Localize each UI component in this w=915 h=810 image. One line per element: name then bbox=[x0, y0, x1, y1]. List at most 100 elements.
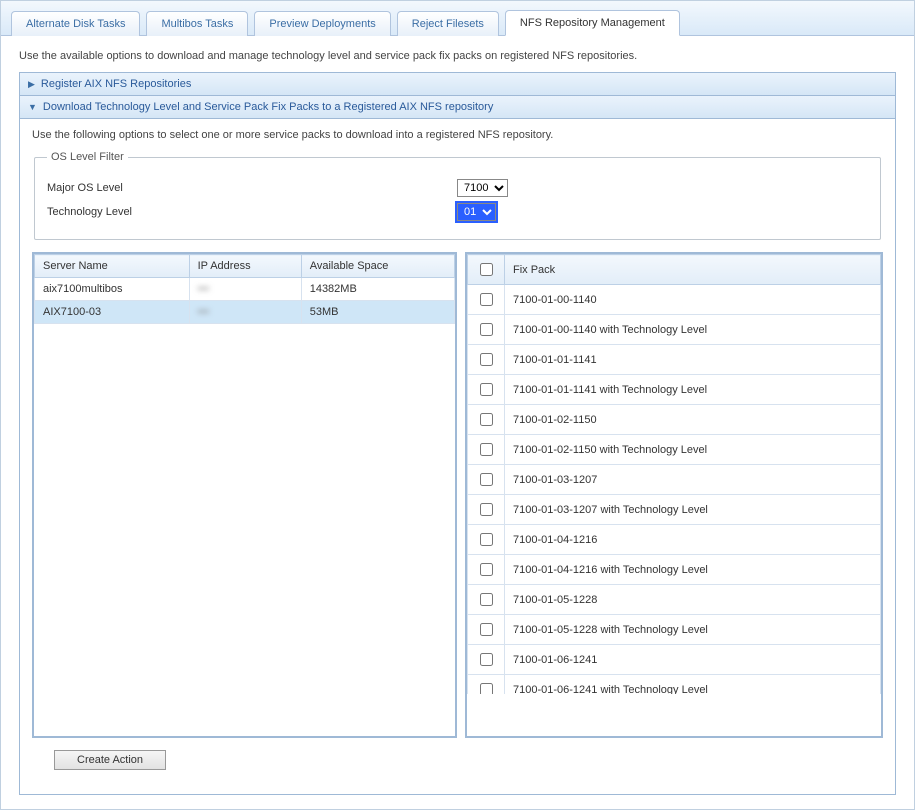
fixpack-checkbox-cell bbox=[468, 585, 505, 615]
fixpack-checkbox[interactable] bbox=[480, 323, 493, 336]
chevron-right-icon: ▶ bbox=[28, 79, 35, 90]
fixpack-checkbox[interactable] bbox=[480, 593, 493, 606]
table-row[interactable]: 7100-01-05-1228 bbox=[468, 585, 881, 615]
major-os-level-row: Major OS Level 7100 bbox=[47, 179, 868, 197]
fixpack-name-cell: 7100-01-05-1228 with Technology Level bbox=[505, 615, 881, 645]
fixpack-checkbox[interactable] bbox=[480, 353, 493, 366]
fixpack-name-cell: 7100-01-02-1150 bbox=[505, 405, 881, 435]
col-available-space[interactable]: Available Space bbox=[301, 255, 454, 278]
technology-level-select[interactable]: 01 bbox=[457, 203, 496, 221]
fixpack-table: Fix Pack 7100-01-00-11407100-01-00-1140 … bbox=[467, 254, 881, 694]
table-row[interactable]: 7100-01-04-1216 bbox=[468, 525, 881, 555]
server-ip-cell: ••• bbox=[189, 301, 301, 324]
tab-multibos-tasks[interactable]: Multibos Tasks bbox=[146, 11, 248, 36]
panel-download-header[interactable]: ▼ Download Technology Level and Service … bbox=[20, 96, 895, 119]
technology-level-label: Technology Level bbox=[47, 206, 457, 218]
fixpack-scroll[interactable]: Fix Pack 7100-01-00-11407100-01-00-1140 … bbox=[467, 254, 881, 694]
fixpack-name-cell: 7100-01-04-1216 with Technology Level bbox=[505, 555, 881, 585]
table-row[interactable]: 7100-01-06-1241 with Technology Level bbox=[468, 675, 881, 695]
fixpack-checkbox[interactable] bbox=[480, 293, 493, 306]
fixpack-checkbox[interactable] bbox=[480, 413, 493, 426]
fixpack-checkbox-cell bbox=[468, 345, 505, 375]
fixpack-checkbox[interactable] bbox=[480, 683, 493, 694]
tab-reject-filesets[interactable]: Reject Filesets bbox=[397, 11, 499, 36]
fixpack-checkbox-cell bbox=[468, 675, 505, 695]
table-row[interactable]: 7100-01-02-1150 with Technology Level bbox=[468, 435, 881, 465]
fixpack-name-cell: 7100-01-03-1207 bbox=[505, 465, 881, 495]
fixpack-name-cell: 7100-01-06-1241 with Technology Level bbox=[505, 675, 881, 695]
server-ip-cell: ••• bbox=[189, 278, 301, 301]
tab-preview-deployments[interactable]: Preview Deployments bbox=[254, 11, 390, 36]
fixpack-name-cell: 7100-01-04-1216 bbox=[505, 525, 881, 555]
server-name-cell: AIX7100-03 bbox=[35, 301, 190, 324]
table-row[interactable]: 7100-01-01-1141 bbox=[468, 345, 881, 375]
tab-bar: Alternate Disk Tasks Multibos Tasks Prev… bbox=[1, 1, 914, 36]
table-row[interactable]: 7100-01-03-1207 with Technology Level bbox=[468, 495, 881, 525]
panel-download-subtext: Use the following options to select one … bbox=[32, 129, 883, 141]
panels-container: ▶ Register AIX NFS Repositories ▼ Downlo… bbox=[19, 72, 896, 795]
fixpack-checkbox-cell bbox=[468, 555, 505, 585]
fixpack-checkbox[interactable] bbox=[480, 533, 493, 546]
two-pane-container: Server Name IP Address Available Space a… bbox=[32, 252, 883, 738]
major-os-level-select[interactable]: 7100 bbox=[457, 179, 508, 197]
server-table: Server Name IP Address Available Space a… bbox=[34, 254, 455, 324]
fixpack-checkbox-cell bbox=[468, 285, 505, 315]
col-server-name[interactable]: Server Name bbox=[35, 255, 190, 278]
table-row[interactable]: 7100-01-03-1207 bbox=[468, 465, 881, 495]
table-row[interactable]: 7100-01-00-1140 bbox=[468, 285, 881, 315]
os-level-filter-fieldset: OS Level Filter Major OS Level 7100 Tech… bbox=[34, 151, 881, 240]
server-grid: Server Name IP Address Available Space a… bbox=[32, 252, 457, 738]
create-action-button[interactable]: Create Action bbox=[54, 750, 166, 770]
fixpack-select-all-checkbox[interactable] bbox=[480, 263, 493, 276]
fixpack-checkbox-cell bbox=[468, 435, 505, 465]
fixpack-name-cell: 7100-01-06-1241 bbox=[505, 645, 881, 675]
col-fixpack-checkbox bbox=[468, 255, 505, 285]
fixpack-checkbox-cell bbox=[468, 405, 505, 435]
fixpack-checkbox-cell bbox=[468, 645, 505, 675]
fixpack-checkbox-cell bbox=[468, 375, 505, 405]
chevron-down-icon: ▼ bbox=[28, 102, 37, 112]
server-name-cell: aix7100multibos bbox=[35, 278, 190, 301]
fixpack-checkbox[interactable] bbox=[480, 443, 493, 456]
action-row: Create Action bbox=[32, 738, 883, 784]
fixpack-checkbox-cell bbox=[468, 315, 505, 345]
technology-level-row: Technology Level 01 bbox=[47, 203, 868, 221]
fixpack-name-cell: 7100-01-01-1141 with Technology Level bbox=[505, 375, 881, 405]
table-row[interactable]: 7100-01-00-1140 with Technology Level bbox=[468, 315, 881, 345]
fixpack-grid: Fix Pack 7100-01-00-11407100-01-00-1140 … bbox=[465, 252, 883, 738]
page-container: Alternate Disk Tasks Multibos Tasks Prev… bbox=[0, 0, 915, 810]
fixpack-checkbox[interactable] bbox=[480, 383, 493, 396]
fixpack-name-cell: 7100-01-02-1150 with Technology Level bbox=[505, 435, 881, 465]
os-level-filter-legend: OS Level Filter bbox=[47, 151, 128, 163]
table-row[interactable]: 7100-01-01-1141 with Technology Level bbox=[468, 375, 881, 405]
panel-download-title: Download Technology Level and Service Pa… bbox=[43, 101, 493, 113]
server-space-cell: 53MB bbox=[301, 301, 454, 324]
fixpack-checkbox[interactable] bbox=[480, 623, 493, 636]
table-row[interactable]: 7100-01-02-1150 bbox=[468, 405, 881, 435]
fixpack-checkbox[interactable] bbox=[480, 503, 493, 516]
panel-register-title: Register AIX NFS Repositories bbox=[41, 78, 191, 90]
fixpack-checkbox-cell bbox=[468, 615, 505, 645]
fixpack-name-cell: 7100-01-00-1140 bbox=[505, 285, 881, 315]
fixpack-checkbox[interactable] bbox=[480, 563, 493, 576]
panel-register-header[interactable]: ▶ Register AIX NFS Repositories bbox=[20, 73, 895, 96]
fixpack-name-cell: 7100-01-01-1141 bbox=[505, 345, 881, 375]
table-row[interactable]: 7100-01-04-1216 with Technology Level bbox=[468, 555, 881, 585]
col-ip-address[interactable]: IP Address bbox=[189, 255, 301, 278]
table-row[interactable]: AIX7100-03•••53MB bbox=[35, 301, 455, 324]
col-fixpack-name[interactable]: Fix Pack bbox=[505, 255, 881, 285]
table-row[interactable]: 7100-01-05-1228 with Technology Level bbox=[468, 615, 881, 645]
tab-nfs-repository-management[interactable]: NFS Repository Management bbox=[505, 10, 680, 36]
fixpack-name-cell: 7100-01-05-1228 bbox=[505, 585, 881, 615]
major-os-level-label: Major OS Level bbox=[47, 182, 457, 194]
fixpack-checkbox[interactable] bbox=[480, 653, 493, 666]
table-row[interactable]: aix7100multibos•••14382MB bbox=[35, 278, 455, 301]
table-row[interactable]: 7100-01-06-1241 bbox=[468, 645, 881, 675]
fixpack-name-cell: 7100-01-00-1140 with Technology Level bbox=[505, 315, 881, 345]
fixpack-checkbox[interactable] bbox=[480, 473, 493, 486]
tab-alternate-disk-tasks[interactable]: Alternate Disk Tasks bbox=[11, 11, 140, 36]
fixpack-checkbox-cell bbox=[468, 525, 505, 555]
panel-download-body: Use the following options to select one … bbox=[20, 119, 895, 794]
fixpack-checkbox-cell bbox=[468, 495, 505, 525]
server-space-cell: 14382MB bbox=[301, 278, 454, 301]
